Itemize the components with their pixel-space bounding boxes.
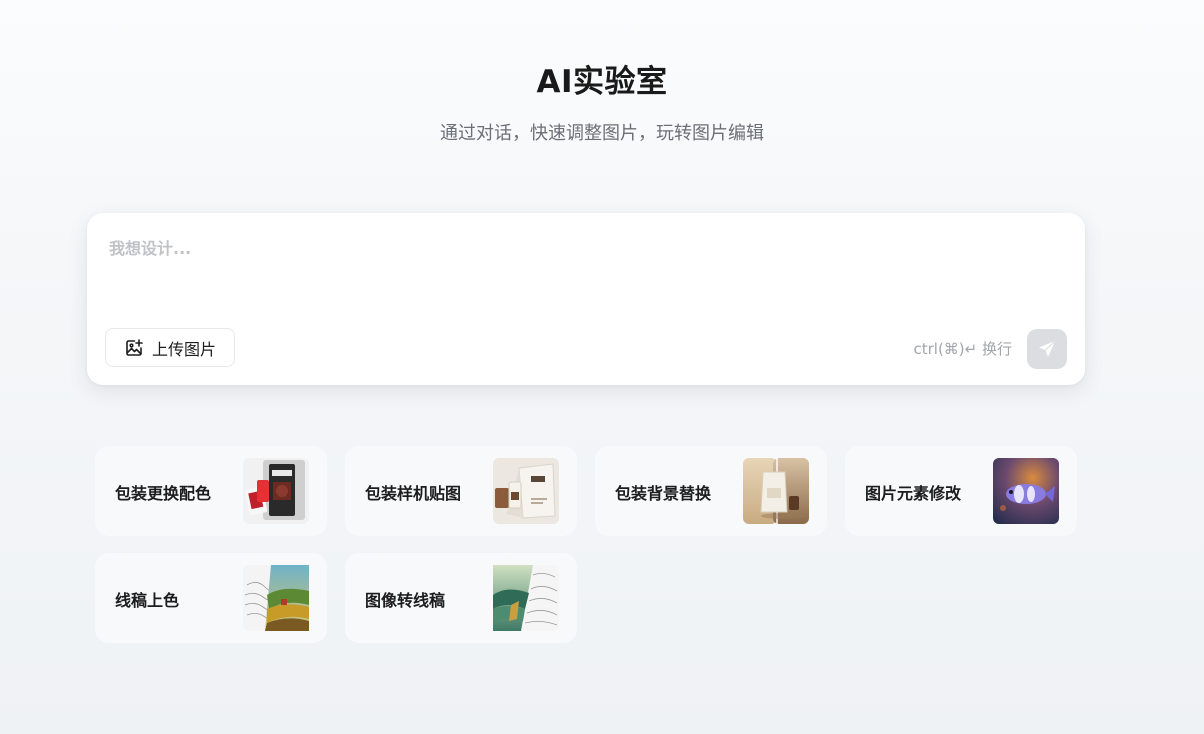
feature-card-lineart-coloring[interactable]: 线稿上色 (95, 553, 327, 643)
feature-card-element-edit[interactable]: 图片元素修改 (845, 446, 1077, 536)
element-edit-thumbnail (993, 458, 1059, 524)
feature-label: 包装更换配色 (115, 484, 212, 503)
background-replace-thumbnail (743, 458, 809, 524)
feature-label: 包装背景替换 (615, 484, 712, 503)
packaging-mockup-thumbnail (493, 458, 559, 524)
send-button[interactable] (1027, 329, 1067, 369)
packaging-recolor-thumbnail (243, 458, 309, 524)
upload-image-label: 上传图片 (151, 339, 216, 359)
lineart-coloring-thumbnail (243, 565, 309, 631)
send-icon (1037, 339, 1057, 359)
image-to-lineart-thumbnail (493, 565, 559, 631)
prompt-input[interactable] (109, 235, 1059, 295)
feature-label: 线稿上色 (115, 591, 180, 610)
newline-shortcut-hint: ctrl(⌘)↵ 换行 (913, 340, 1012, 358)
feature-card-packaging-recolor[interactable]: 包装更换配色 (95, 446, 327, 536)
feature-label: 包装样机贴图 (365, 484, 462, 503)
feature-label: 图像转线稿 (365, 591, 446, 610)
image-upload-icon (124, 338, 144, 358)
feature-card-background-replace[interactable]: 包装背景替换 (595, 446, 827, 536)
feature-card-image-to-lineart[interactable]: 图像转线稿 (345, 553, 577, 643)
page-subtitle: 通过对话，快速调整图片，玩转图片编辑 (440, 123, 764, 144)
page-title: AI实验室 (536, 64, 668, 100)
prompt-card: 上传图片 ctrl(⌘)↵ 换行 (87, 213, 1085, 385)
feature-card-packaging-mockup[interactable]: 包装样机贴图 (345, 446, 577, 536)
feature-label: 图片元素修改 (865, 484, 962, 503)
upload-image-button[interactable]: 上传图片 (105, 328, 235, 367)
